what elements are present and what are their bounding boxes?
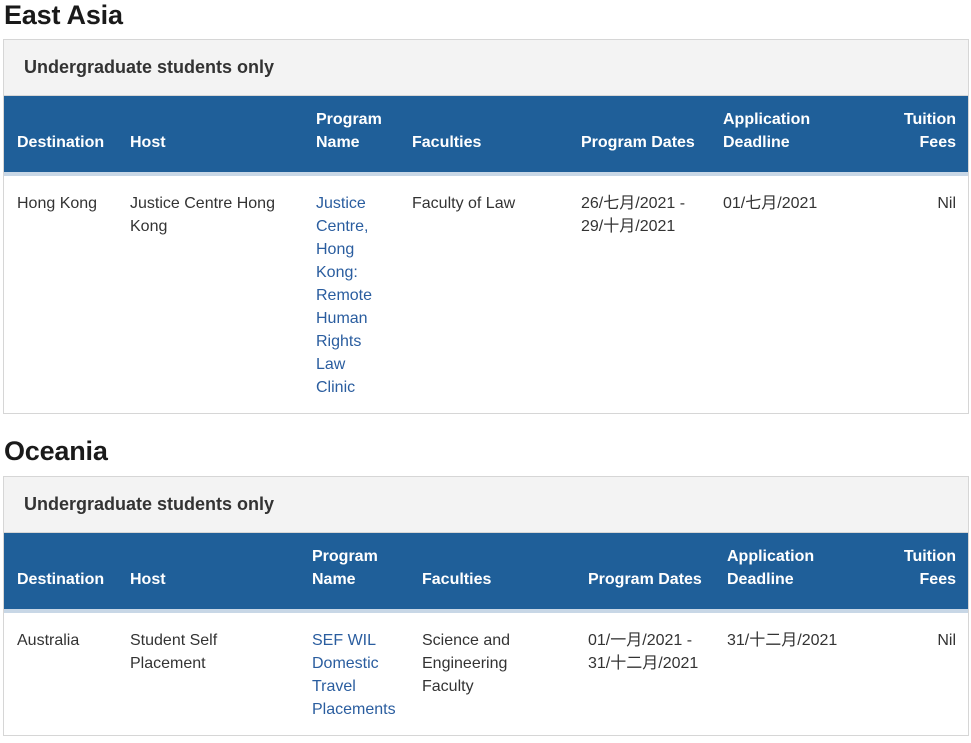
cell-host: Justice Centre Hong Kong (130, 195, 275, 235)
column-header-program-dates[interactable]: Program Dates (575, 533, 714, 611)
table-header-row: Destination Host Program Name Faculties … (4, 96, 968, 174)
cell-program-name: SEF WIL Domestic Travel Placements (299, 611, 409, 735)
column-header-program-name[interactable]: Program Name (303, 96, 399, 174)
region-title-oceania: Oceania (4, 436, 108, 466)
region-panel-oceania: Undergraduate students only Destination … (3, 476, 969, 736)
cell-destination: Australia (17, 632, 80, 649)
column-header-faculties[interactable]: Faculties (399, 96, 568, 174)
cell-application-deadline: 01/七月/2021 (723, 195, 818, 212)
column-header-tuition-fees[interactable]: Tuition Fees (868, 533, 968, 611)
column-header-faculties[interactable]: Faculties (409, 533, 575, 611)
cell-faculties: Faculty of Law (412, 195, 516, 212)
scope-heading: Undergraduate students only (4, 40, 968, 96)
column-header-host[interactable]: Host (117, 96, 303, 174)
scope-heading: Undergraduate students only (4, 477, 968, 533)
table-row: Hong Kong Justice Centre Hong Kong Justi… (4, 174, 968, 413)
cell-tuition-fees: Nil (937, 632, 956, 649)
program-link[interactable]: SEF WIL Domestic Travel Placements (312, 632, 396, 718)
program-link[interactable]: Justice Centre, Hong Kong: Remote Human … (316, 195, 372, 396)
table-header-row: Destination Host Program Name Faculties … (4, 533, 968, 611)
column-header-host[interactable]: Host (117, 533, 299, 611)
cell-program-name: Justice Centre, Hong Kong: Remote Human … (303, 174, 399, 413)
table-row: Australia Student Self Placement SEF WIL… (4, 611, 968, 735)
cell-host: Student Self Placement (130, 632, 218, 672)
column-header-program-name[interactable]: Program Name (299, 533, 409, 611)
programs-table: Destination Host Program Name Faculties … (4, 533, 968, 735)
column-header-destination[interactable]: Destination (4, 533, 117, 611)
column-header-destination[interactable]: Destination (4, 96, 117, 174)
region-panel-east-asia: Undergraduate students only Destination … (3, 39, 969, 414)
cell-program-dates: 26/七月/2021 - 29/十月/2021 (581, 195, 686, 235)
column-header-application-deadline[interactable]: Application Deadline (710, 96, 860, 174)
cell-tuition-fees: Nil (937, 195, 956, 212)
cell-faculties: Science and Engineering Faculty (422, 632, 511, 695)
programs-table: Destination Host Program Name Faculties … (4, 96, 968, 413)
cell-destination: Hong Kong (17, 195, 98, 212)
column-header-application-deadline[interactable]: Application Deadline (714, 533, 868, 611)
region-title-east-asia: East Asia (4, 0, 123, 30)
cell-application-deadline: 31/十二月/2021 (727, 632, 838, 649)
cell-program-dates: 01/一月/2021 - 31/十二月/2021 (588, 632, 699, 672)
column-header-tuition-fees[interactable]: Tuition Fees (860, 96, 968, 174)
column-header-program-dates[interactable]: Program Dates (568, 96, 710, 174)
